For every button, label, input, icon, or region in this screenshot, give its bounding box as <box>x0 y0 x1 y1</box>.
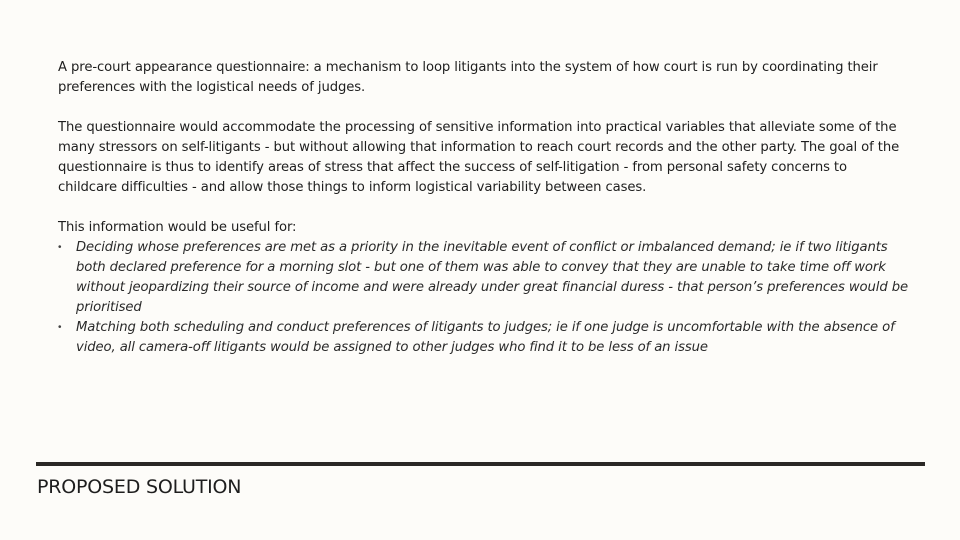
use-case-list: • Deciding whose preferences are met as … <box>58 238 908 358</box>
list-intro: This information would be useful for: <box>58 220 297 235</box>
section-title: PROPOSED SOLUTION <box>37 476 242 498</box>
bullet-icon: • <box>58 242 62 253</box>
goal-paragraph: The questionnaire would accommodate the … <box>58 120 900 195</box>
bullet-icon: • <box>58 322 62 333</box>
list-item-text: Deciding whose preferences are met as a … <box>76 240 908 315</box>
list-item: • Matching both scheduling and conduct p… <box>58 318 908 358</box>
slide-body: A pre-court appearance questionnaire: a … <box>58 58 908 358</box>
intro-paragraph: A pre-court appearance questionnaire: a … <box>58 60 878 95</box>
section-divider <box>36 462 925 466</box>
list-item: • Deciding whose preferences are met as … <box>58 238 908 318</box>
list-item-text: Matching both scheduling and conduct pre… <box>76 320 895 355</box>
slide: A pre-court appearance questionnaire: a … <box>0 0 960 540</box>
